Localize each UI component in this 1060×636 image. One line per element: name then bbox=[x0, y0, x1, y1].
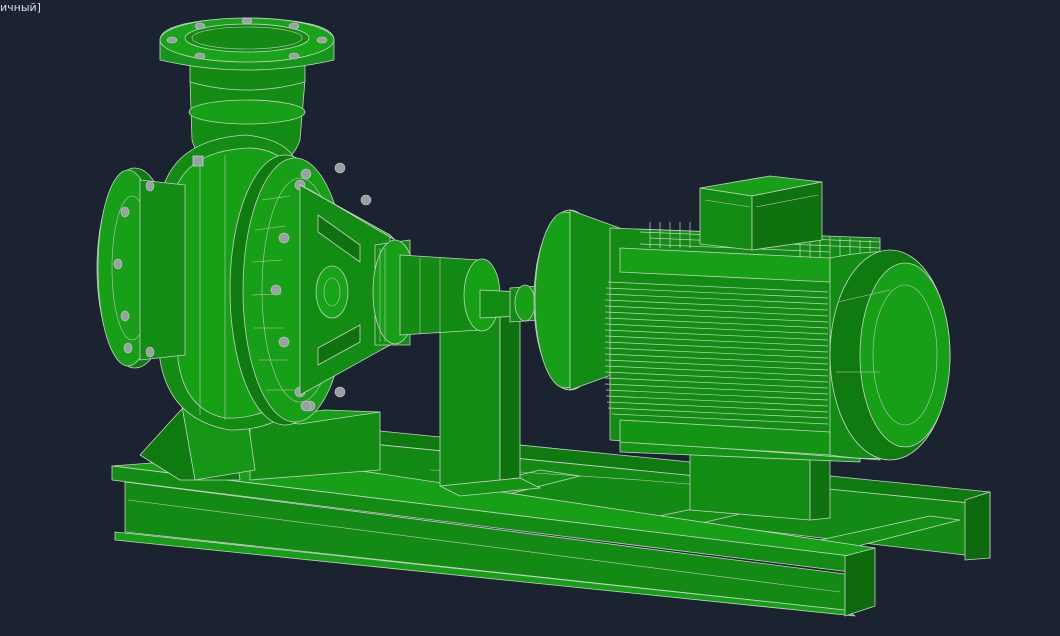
visual-style-label-text: ичный] bbox=[0, 1, 41, 14]
pump-3d-model bbox=[96, 17, 991, 617]
drawing-viewport[interactable]: ичный] bbox=[0, 0, 1060, 636]
terminal-box bbox=[699, 175, 823, 251]
visual-style-label[interactable]: ичный] bbox=[0, 1, 41, 15]
fan-cover bbox=[829, 249, 951, 461]
suction-flange bbox=[96, 167, 186, 369]
